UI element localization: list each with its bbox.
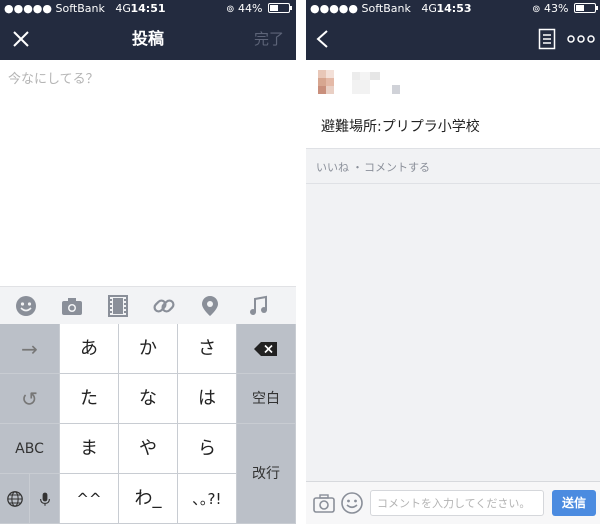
enter-key[interactable]: 改行	[237, 424, 296, 524]
media-toolbar	[0, 286, 296, 325]
note-list-icon[interactable]	[538, 28, 556, 50]
japanese-keyboard: → ↺ ABC あ か さ た な は ま や ら ^^ わ_ ､｡?! 空白 …	[0, 324, 296, 524]
comment-button[interactable]: コメントする	[364, 159, 430, 175]
key-na[interactable]: な	[119, 374, 178, 424]
rotation-lock-icon: ⊚	[532, 4, 541, 15]
backspace-key[interactable]	[237, 324, 296, 374]
avatar[interactable]	[318, 70, 342, 96]
key-ka[interactable]: か	[119, 324, 178, 374]
backspace-icon	[254, 342, 277, 356]
post-text: 避難場所:プリプラ小学校	[321, 119, 480, 135]
key-arrow[interactable]: →	[0, 324, 60, 374]
done-button[interactable]: 完了	[254, 18, 284, 60]
key-ya[interactable]: や	[119, 424, 178, 474]
key-ma[interactable]: ま	[60, 424, 119, 474]
like-button[interactable]: いいね	[316, 159, 349, 175]
camera-icon[interactable]	[60, 294, 84, 318]
action-separator: ・	[352, 161, 363, 174]
screen-divider	[296, 0, 306, 524]
smiley-icon[interactable]	[340, 491, 364, 515]
key-a[interactable]: あ	[60, 324, 119, 374]
battery-percent: 44%	[238, 2, 263, 15]
key-ra[interactable]: ら	[178, 424, 237, 474]
microphone-icon	[39, 492, 50, 506]
comment-bar: 送信	[306, 481, 600, 524]
post-card: 避難場所:プリプラ小学校	[306, 60, 600, 148]
battery-fill	[270, 5, 278, 11]
globe-key[interactable]	[0, 474, 30, 524]
globe-icon	[6, 491, 23, 507]
comment-input[interactable]	[370, 490, 544, 516]
rotation-lock-icon: ⊚	[226, 4, 235, 15]
status-bar: ●●●●● SoftBank 4G 14:51 ⊚ 44%	[0, 0, 296, 18]
battery-fill	[576, 5, 584, 11]
post-compose-input[interactable]: 今なにしてる？	[8, 68, 99, 87]
key-emoticon[interactable]: ^^	[60, 474, 119, 524]
back-chevron-icon[interactable]	[312, 28, 334, 50]
film-icon[interactable]	[106, 294, 130, 318]
space-key[interactable]: 空白	[237, 374, 296, 424]
key-undo[interactable]: ↺	[0, 374, 60, 424]
post-detail-screen: ●●●●● SoftBank 4G 14:53 ⊚ 43% 避難場所:プリプラ小…	[306, 0, 600, 524]
key-ha[interactable]: は	[178, 374, 237, 424]
post-actions: いいね ・ コメントする	[306, 148, 600, 184]
battery-icon	[268, 3, 292, 13]
status-bar: ●●●●● SoftBank 4G 14:53 ⊚ 43%	[306, 0, 600, 18]
music-note-icon[interactable]	[246, 294, 270, 318]
microphone-key[interactable]	[30, 474, 60, 524]
location-pin-icon[interactable]	[198, 294, 222, 318]
battery-percent: 43%	[544, 2, 569, 15]
key-wa[interactable]: わ_	[119, 474, 178, 524]
battery-icon	[574, 3, 598, 13]
camera-icon[interactable]	[312, 491, 336, 515]
send-button[interactable]: 送信	[552, 490, 596, 516]
page-title: 投稿	[131, 29, 164, 48]
navbar	[306, 18, 600, 60]
more-options-icon[interactable]	[566, 28, 596, 50]
author-name-blurred	[352, 72, 400, 94]
key-punctuation[interactable]: ､｡?!	[178, 474, 237, 524]
navbar: 投稿 完了	[0, 18, 296, 60]
key-sa[interactable]: さ	[178, 324, 237, 374]
link-icon[interactable]	[152, 294, 176, 318]
smiley-icon[interactable]	[14, 294, 38, 318]
compose-screen: ●●●●● SoftBank 4G 14:51 ⊚ 44% 投稿 完了 今なにし…	[0, 0, 296, 524]
key-ta[interactable]: た	[60, 374, 119, 424]
key-abc[interactable]: ABC	[0, 424, 60, 474]
